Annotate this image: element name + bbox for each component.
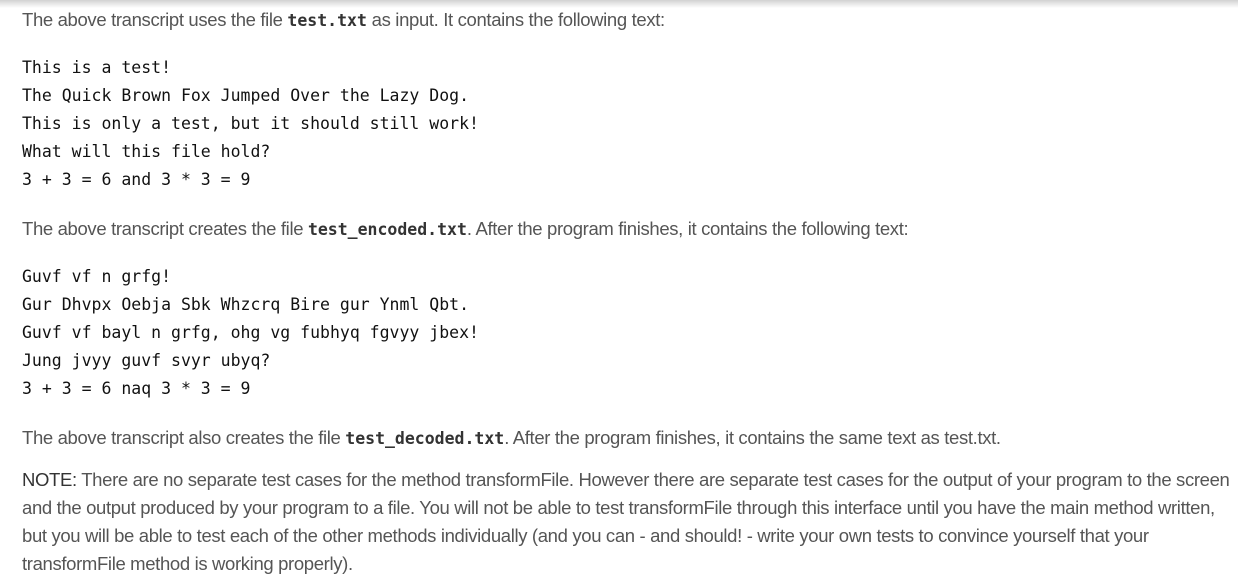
input-file-contents: This is a test! The Quick Brown Fox Jumpe…	[22, 54, 479, 194]
encoded-file-intro: The above transcript creates the file te…	[22, 215, 909, 244]
note-label: NOTE:	[22, 469, 77, 490]
intro-text-after: . After the program finishes, it contain…	[504, 427, 1001, 448]
intro-text-before: The above transcript also creates the fi…	[22, 427, 346, 448]
input-line: 3 + 3 = 6 and 3 * 3 = 9	[22, 170, 251, 189]
input-filename: test.txt	[287, 11, 367, 30]
encoded-line: 3 + 3 = 6 naq 3 * 3 = 9	[22, 379, 251, 398]
decoded-filename: test_decoded.txt	[345, 429, 505, 448]
intro-text-after: as input. It contains the following text…	[366, 9, 665, 30]
intro-text-before: The above transcript creates the file	[22, 218, 308, 239]
input-file-intro: The above transcript uses the file test.…	[22, 6, 665, 35]
input-line: The Quick Brown Fox Jumped Over the Lazy…	[22, 86, 470, 105]
input-line: What will this file hold?	[22, 142, 271, 161]
encoded-line: Guvf vf bayl n grfg, ohg vg fubhyq fgvyy…	[22, 323, 479, 342]
encoded-file-contents: Guvf vf n grfg! Gur Dhvpx Oebja Sbk Whzcr…	[22, 263, 479, 403]
encoded-line: Guvf vf n grfg!	[22, 267, 172, 286]
note-paragraph: NOTE: There are no separate test cases f…	[22, 466, 1232, 578]
decoded-file-intro: The above transcript also creates the fi…	[22, 424, 1001, 453]
note-text: There are no separate test cases for the…	[22, 469, 1230, 574]
encoded-filename: test_encoded.txt	[307, 220, 467, 239]
input-line: This is only a test, but it should still…	[22, 114, 479, 133]
input-line: This is a test!	[22, 58, 172, 77]
encoded-line: Gur Dhvpx Oebja Sbk Whzcrq Bire gur Ynml…	[22, 295, 470, 314]
intro-text-after: . After the program finishes, it contain…	[466, 218, 909, 239]
intro-text-before: The above transcript uses the file	[22, 9, 288, 30]
encoded-line: Jung jvyy guvf svyr ubyq?	[22, 351, 271, 370]
